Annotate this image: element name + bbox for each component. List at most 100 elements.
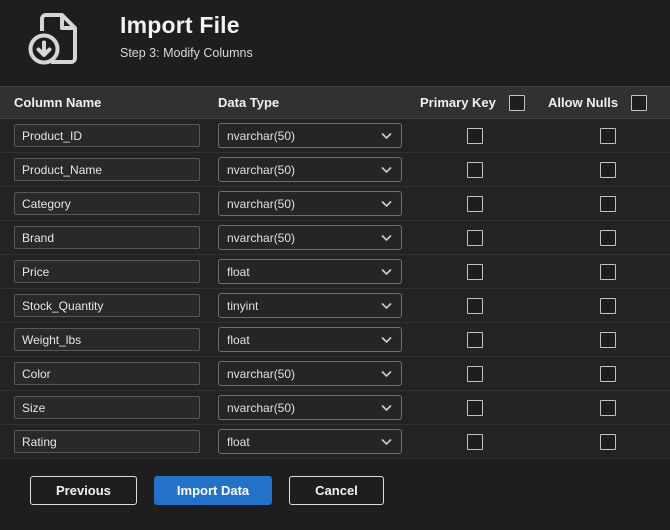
table-row: float	[0, 425, 670, 459]
primary-key-checkbox[interactable]	[467, 433, 483, 450]
primary-key-cell	[405, 433, 545, 450]
data-type-cell: float	[205, 429, 405, 454]
primary-key-cell	[405, 195, 545, 212]
data-type-select[interactable]: nvarchar(50)	[218, 123, 402, 148]
page-title: Import File	[120, 12, 240, 38]
chevron-down-icon	[381, 302, 392, 309]
table-row: nvarchar(50)	[0, 221, 670, 255]
allow-nulls-checkbox[interactable]	[599, 365, 616, 382]
data-type-cell: float	[205, 259, 405, 284]
column-name-cell	[0, 430, 205, 453]
allow-nulls-checkbox[interactable]	[599, 127, 616, 144]
allow-nulls-cell	[545, 331, 670, 348]
column-name-cell	[0, 362, 205, 385]
column-name-input[interactable]	[14, 396, 200, 419]
data-type-cell: float	[205, 327, 405, 352]
primary-key-checkbox[interactable]	[467, 331, 483, 348]
chevron-down-icon	[381, 268, 392, 275]
data-type-select[interactable]: float	[218, 429, 402, 454]
primary-key-checkbox[interactable]	[467, 297, 483, 314]
primary-key-cell	[405, 399, 545, 416]
primary-key-checkbox[interactable]	[467, 365, 483, 382]
cancel-button[interactable]: Cancel	[289, 476, 384, 505]
allow-nulls-checkbox[interactable]	[599, 161, 616, 178]
allow-nulls-checkbox[interactable]	[599, 399, 616, 416]
chevron-down-icon	[381, 166, 392, 173]
import-data-button[interactable]: Import Data	[153, 476, 273, 505]
data-type-cell: nvarchar(50)	[205, 157, 405, 182]
allow-nulls-checkbox[interactable]	[599, 297, 616, 314]
data-type-selected-value: nvarchar(50)	[227, 230, 296, 245]
primary-key-cell	[405, 365, 545, 382]
primary-key-header-label: Primary Key	[420, 95, 496, 110]
allow-nulls-checkbox[interactable]	[599, 195, 616, 212]
data-type-select[interactable]: nvarchar(50)	[218, 157, 402, 182]
column-name-cell	[0, 260, 205, 283]
column-name-cell	[0, 192, 205, 215]
column-name-input[interactable]	[14, 328, 200, 351]
chevron-down-icon	[381, 200, 392, 207]
data-type-select[interactable]: nvarchar(50)	[218, 191, 402, 216]
data-type-select[interactable]: nvarchar(50)	[218, 225, 402, 250]
table-row: tinyint	[0, 289, 670, 323]
primary-key-header: Primary Key	[405, 94, 545, 111]
allow-nulls-header-label: Allow Nulls	[548, 95, 619, 110]
column-name-cell	[0, 328, 205, 351]
column-name-input[interactable]	[14, 260, 200, 283]
allow-nulls-cell	[545, 433, 670, 450]
data-type-select[interactable]: float	[218, 327, 402, 352]
primary-key-cell	[405, 161, 545, 178]
column-name-input[interactable]	[14, 192, 200, 215]
column-name-input[interactable]	[14, 294, 200, 317]
allow-nulls-header: Allow Nulls	[545, 94, 670, 111]
primary-key-cell	[405, 331, 545, 348]
primary-key-cell	[405, 127, 545, 144]
column-name-cell	[0, 226, 205, 249]
allow-nulls-cell	[545, 263, 670, 280]
allow-nulls-select-all-checkbox[interactable]	[631, 94, 648, 111]
data-type-cell: nvarchar(50)	[205, 225, 405, 250]
table-row: nvarchar(50)	[0, 119, 670, 153]
primary-key-checkbox[interactable]	[467, 399, 483, 416]
column-name-input[interactable]	[14, 158, 200, 181]
primary-key-checkbox[interactable]	[467, 229, 483, 246]
footer-actions: Previous Import Data Cancel	[0, 459, 670, 505]
chevron-down-icon	[381, 438, 392, 445]
data-type-select[interactable]: tinyint	[218, 293, 402, 318]
allow-nulls-checkbox[interactable]	[599, 331, 616, 348]
data-type-select[interactable]: nvarchar(50)	[218, 361, 402, 386]
chevron-down-icon	[381, 336, 392, 343]
allow-nulls-cell	[545, 365, 670, 382]
chevron-down-icon	[381, 370, 392, 377]
data-type-select[interactable]: float	[218, 259, 402, 284]
column-name-cell	[0, 158, 205, 181]
column-name-cell	[0, 294, 205, 317]
data-type-cell: tinyint	[205, 293, 405, 318]
data-type-cell: nvarchar(50)	[205, 361, 405, 386]
data-type-select[interactable]: nvarchar(50)	[218, 395, 402, 420]
allow-nulls-checkbox[interactable]	[599, 263, 616, 280]
allow-nulls-checkbox[interactable]	[599, 229, 616, 246]
column-name-input[interactable]	[14, 124, 200, 147]
data-type-selected-value: nvarchar(50)	[227, 196, 296, 211]
table-body: nvarchar(50) nvarchar(50)	[0, 119, 670, 459]
previous-button[interactable]: Previous	[30, 476, 137, 505]
column-name-input[interactable]	[14, 430, 200, 453]
primary-key-select-all-checkbox[interactable]	[508, 94, 525, 111]
primary-key-checkbox[interactable]	[467, 127, 483, 144]
data-type-selected-value: nvarchar(50)	[227, 162, 296, 177]
primary-key-checkbox[interactable]	[467, 195, 483, 212]
allow-nulls-checkbox[interactable]	[599, 433, 616, 450]
table-row: nvarchar(50)	[0, 153, 670, 187]
data-type-selected-value: float	[227, 332, 250, 347]
data-type-cell: nvarchar(50)	[205, 395, 405, 420]
column-name-input[interactable]	[14, 362, 200, 385]
column-name-cell	[0, 124, 205, 147]
primary-key-cell	[405, 297, 545, 314]
column-name-input[interactable]	[14, 226, 200, 249]
primary-key-checkbox[interactable]	[467, 263, 483, 280]
primary-key-checkbox[interactable]	[467, 161, 483, 178]
allow-nulls-cell	[545, 161, 670, 178]
table-row: nvarchar(50)	[0, 391, 670, 425]
table-row: float	[0, 255, 670, 289]
